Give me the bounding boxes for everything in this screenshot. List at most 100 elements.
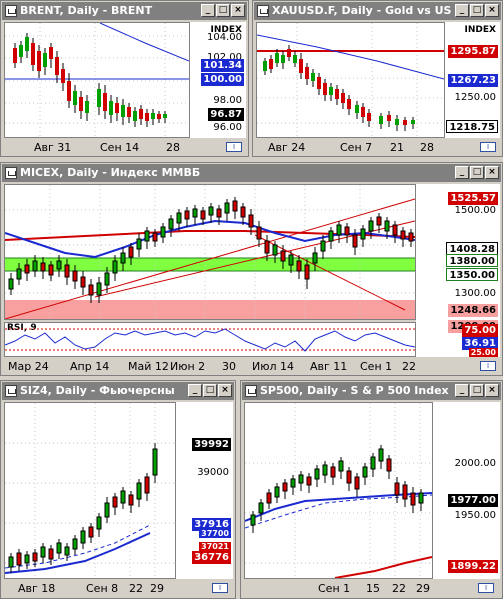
gold-window-title: XAUUSD.F, Daily - Gold vs US (272, 4, 452, 17)
sp500-chart-window[interactable]: SP500, Daily - S & P 500 Index _ □ × 200… (240, 380, 503, 599)
chart-window-icon (5, 5, 17, 17)
price-label-red: 37021 (199, 542, 231, 551)
siz4-price-axis: 39992 39000 37916 37700 37021 36776 (176, 402, 233, 579)
sp500-plot-area[interactable] (244, 402, 433, 579)
brent-title-bar[interactable]: BRENT, Daily - BRENT _ □ × (2, 2, 247, 20)
siz4-price-svg (5, 403, 175, 578)
gold-price-svg (257, 23, 444, 137)
price-tick: 39000 (197, 467, 229, 478)
close-button[interactable]: × (485, 384, 499, 397)
time-label: Авг 11 (310, 360, 348, 373)
price-label-red: 1899.22 (448, 560, 498, 573)
maximize-button[interactable]: □ (470, 166, 484, 179)
price-label-red: 36776 (192, 551, 231, 564)
price-label-red: 1525.57 (448, 192, 498, 205)
maximize-button[interactable]: □ (216, 4, 230, 17)
price-tick: 1250.00 (454, 92, 496, 103)
price-label-green: 1380.00 (446, 254, 498, 267)
price-tick: 104.00 (207, 32, 242, 43)
minimize-button[interactable]: _ (201, 4, 215, 17)
minimize-button[interactable]: _ (188, 384, 202, 397)
gold-chart-window[interactable]: XAUUSD.F, Daily - Gold vs US _ □ × INDEX… (252, 0, 503, 157)
price-tick: 2000.00 (454, 458, 496, 469)
time-label: Сен 1 (318, 582, 351, 595)
scale-toggle-icon[interactable]: I (212, 583, 228, 593)
time-label: Июл 14 (252, 360, 295, 373)
scale-toggle-icon[interactable]: I (480, 361, 496, 371)
time-label: Авг 24 (268, 141, 306, 154)
close-button[interactable]: × (218, 384, 232, 397)
scale-toggle-icon[interactable]: I (226, 142, 242, 152)
brent-plot-area[interactable] (4, 22, 190, 138)
time-label: Май 12 (128, 360, 169, 373)
chart-window-icon (245, 385, 257, 397)
gold-candles (263, 45, 415, 131)
price-label-blue: 37700 (199, 529, 231, 538)
brent-candles (13, 33, 167, 127)
rsi-svg (5, 328, 415, 352)
price-label-pink: 1248.66 (448, 304, 498, 317)
sp500-price-svg (245, 403, 432, 578)
close-button[interactable]: × (231, 4, 245, 17)
minimize-button[interactable]: _ (455, 166, 469, 179)
price-label-blue: 101.34 (201, 59, 244, 72)
siz4-plot-area[interactable] (4, 402, 176, 579)
current-price-label: 39992 (192, 438, 231, 451)
time-label: 29 (416, 582, 430, 595)
gold-title-bar[interactable]: XAUUSD.F, Daily - Gold vs US _ □ × (254, 2, 501, 20)
gold-plot-area[interactable] (256, 22, 445, 138)
sp500-window-title: SP500, Daily - S & P 500 Index (260, 384, 449, 397)
time-label: Авг 31 (34, 141, 72, 154)
brent-price-svg (5, 23, 189, 137)
price-tick: 98.00 (213, 95, 242, 106)
time-label: Авг 18 (18, 582, 56, 595)
brent-price-axis: INDEX 104.00 102.00 101.34 100.00 98.00 … (190, 22, 246, 138)
time-label: 22 (392, 582, 406, 595)
time-label: 22 (129, 582, 143, 595)
price-label-blue: 1267.23 (448, 74, 498, 87)
chart-window-icon (5, 385, 17, 397)
minimize-button[interactable]: _ (455, 384, 469, 397)
index-badge: INDEX (462, 24, 498, 37)
current-price-label: 96.87 (208, 108, 244, 121)
time-label: Сен 14 (100, 141, 140, 154)
brent-time-axis: Авг 31 Сен 14 28 I (4, 139, 246, 155)
chart-window-icon (5, 167, 17, 179)
time-label: 28 (420, 141, 434, 154)
sp500-title-bar[interactable]: SP500, Daily - S & P 500 Index _ □ × (242, 382, 501, 400)
brent-ma-line (99, 23, 189, 62)
time-label: Мар 24 (8, 360, 49, 373)
micex-price-axis: 1525.57 1500.00 1408.28 1380.00 1350.00 … (416, 184, 500, 357)
maximize-button[interactable]: □ (470, 4, 484, 17)
maximize-button[interactable]: □ (470, 384, 484, 397)
maximize-button[interactable]: □ (203, 384, 217, 397)
price-tick: 1500.00 (454, 205, 496, 216)
micex-price-svg (5, 185, 415, 319)
time-label: 21 (390, 141, 404, 154)
price-tick: 1950.00 (454, 510, 496, 521)
rsi-plot-area[interactable]: RSI, 9 (4, 322, 416, 357)
micex-chart-window[interactable]: MICEX, Daily - Индекс ММВБ _ □ × RSI, 9 … (0, 162, 503, 376)
sp500-ma-red (334, 556, 432, 578)
micex-title-bar[interactable]: MICEX, Daily - Индекс ММВБ _ □ × (2, 164, 501, 182)
close-button[interactable]: × (485, 4, 499, 17)
time-label: Сен 7 (340, 141, 373, 154)
brent-chart-window[interactable]: BRENT, Daily - BRENT _ □ × INDEX 104.00 … (0, 0, 249, 157)
scale-toggle-icon[interactable]: I (480, 142, 496, 152)
close-button[interactable]: × (485, 166, 499, 179)
gold-price-axis: INDEX 1295.87 1267.23 1250.00 1218.75 (445, 22, 500, 138)
time-label: Апр 14 (70, 360, 110, 373)
siz4-time-axis: Авг 18 Сен 8 22 29 I (4, 580, 233, 596)
siz4-title-bar[interactable]: SIZ4, Daily - Фьючерсны _ □ × (2, 382, 234, 400)
resistance-zone (5, 300, 415, 319)
gold-time-axis: Авг 24 Сен 7 21 28 I (256, 139, 500, 155)
time-label: Сен 8 (86, 582, 119, 595)
brent-window-title: BRENT, Daily - BRENT (20, 4, 153, 17)
scale-toggle-icon[interactable]: I (478, 583, 494, 593)
time-label: 29 (150, 582, 164, 595)
minimize-button[interactable]: _ (455, 4, 469, 17)
siz4-chart-window[interactable]: SIZ4, Daily - Фьючерсны _ □ × 39992 3900… (0, 380, 236, 599)
time-label: 22 (402, 360, 416, 373)
micex-plot-area[interactable] (4, 184, 416, 320)
time-label: 28 (166, 141, 180, 154)
